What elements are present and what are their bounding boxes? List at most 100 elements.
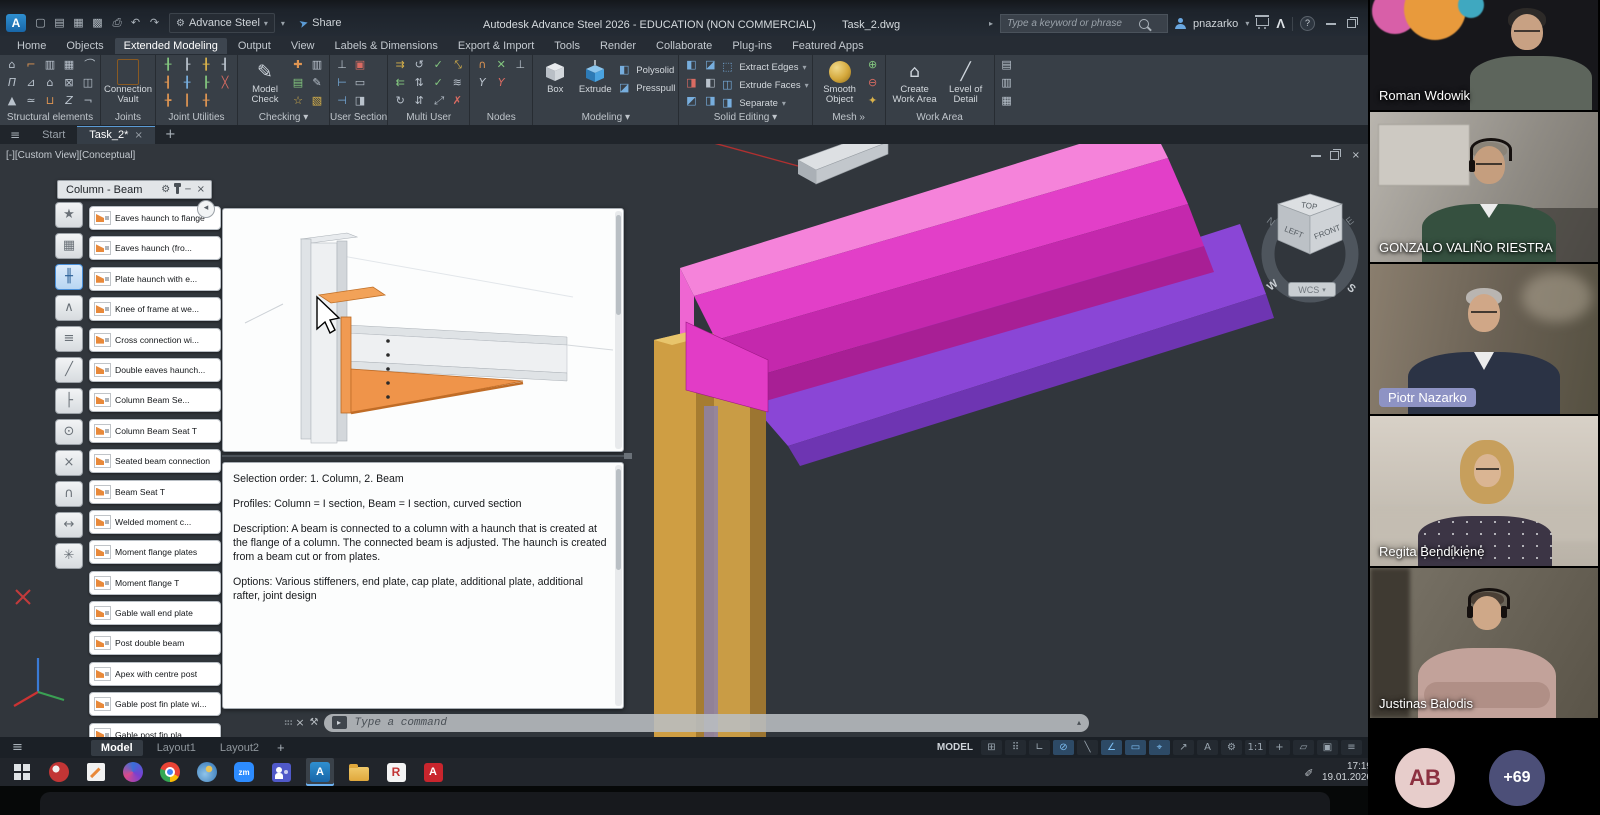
viewport-restore-icon[interactable] xyxy=(1330,151,1339,160)
status-toggle-icon[interactable]: ↗ xyxy=(1173,740,1194,755)
joint-list-item[interactable]: Apex with centre post xyxy=(89,662,221,686)
node-tool-icon[interactable]: Y xyxy=(492,75,510,91)
joint-utility-icon[interactable]: ╳ xyxy=(216,75,234,91)
multi-user-icon[interactable]: ⇇ xyxy=(391,75,409,91)
pen-input-icon[interactable]: ✎ xyxy=(1303,767,1316,776)
palette-category-icon[interactable]: ∧ xyxy=(55,295,83,321)
joint-utility-icon[interactable]: ╂ xyxy=(197,93,215,109)
command-input[interactable] xyxy=(353,716,1071,730)
clipboard-tool-icon[interactable]: ▤ xyxy=(998,57,1016,73)
mesh-tool-icon[interactable]: ⊖ xyxy=(864,75,882,91)
solid-editing-icon[interactable]: ◧ xyxy=(682,57,700,73)
layout-tab[interactable]: Layout1 xyxy=(147,740,206,756)
joint-list-item[interactable]: Column Beam Seat T xyxy=(89,419,221,443)
file-explorer-icon[interactable] xyxy=(347,760,371,784)
palette-header[interactable]: Column - Beam ⚙ ─ × xyxy=(57,180,212,199)
joint-utility-icon[interactable]: ╂ xyxy=(178,75,196,91)
ribbon-tab[interactable]: Collaborate xyxy=(647,38,721,54)
description-scrollbar[interactable] xyxy=(615,465,622,706)
taskbar-globe-icon[interactable] xyxy=(195,760,219,784)
new-layout-icon[interactable]: + xyxy=(269,740,293,755)
panel-label[interactable]: Joint Utilities xyxy=(156,112,237,125)
multi-user-icon[interactable]: ⤡ xyxy=(448,57,466,73)
palette-category-icon[interactable]: ↔ xyxy=(55,512,83,538)
palette-category-icon[interactable]: ✳ xyxy=(55,543,83,569)
extract-edges-button[interactable]: ⬚Extract Edges▾ xyxy=(719,58,808,76)
palette-category-icon[interactable]: ╫ xyxy=(55,264,83,290)
preview-scrollbar[interactable] xyxy=(615,211,622,449)
panel-label[interactable]: Work Area xyxy=(886,112,994,125)
minimize-button[interactable] xyxy=(1326,23,1336,25)
palette-settings-icon[interactable]: ⚙ xyxy=(161,184,170,195)
command-close-icon[interactable]: × xyxy=(295,716,304,729)
status-toggle-icon[interactable]: ∠ xyxy=(1101,740,1122,755)
palette-category-icon[interactable]: ▦ xyxy=(55,233,83,259)
qat-expand-icon[interactable]: ▾ xyxy=(281,19,285,28)
joint-list-item[interactable]: Double eaves haunch... xyxy=(89,358,221,382)
structural-tool-icon[interactable]: Π xyxy=(3,75,21,91)
hamburger-icon[interactable]: ≡ xyxy=(0,128,30,144)
joint-list-item[interactable]: Beam Seat T xyxy=(89,480,221,504)
chevron-down-icon[interactable]: ▾ xyxy=(782,99,786,108)
panel-label[interactable]: Nodes xyxy=(470,112,532,125)
status-toggle-icon[interactable]: ⊞ xyxy=(981,740,1002,755)
ribbon-tab[interactable]: Featured Apps xyxy=(783,38,873,54)
windows-start-icon[interactable] xyxy=(10,760,34,784)
checking-tool-icon[interactable]: ▧ xyxy=(308,93,326,109)
structural-tool-icon[interactable]: ⊿ xyxy=(22,75,40,91)
status-toggle-icon[interactable]: + xyxy=(1269,740,1290,755)
status-toggle-icon[interactable]: ▱ xyxy=(1293,740,1314,755)
pin-icon[interactable] xyxy=(176,186,179,194)
share-button[interactable]: ➤ Share xyxy=(299,17,342,30)
wcs-selector[interactable]: WCS ▾ xyxy=(1288,282,1336,297)
status-toggle-icon[interactable]: ≡ xyxy=(1341,740,1362,755)
checking-tool-icon[interactable]: ▥ xyxy=(308,57,326,73)
help-icon[interactable]: ? xyxy=(1300,16,1315,31)
palette-collapse-icon[interactable]: ◂ xyxy=(197,200,215,218)
structural-tool-icon[interactable]: ◫ xyxy=(79,75,97,91)
joint-list-item[interactable]: Eaves haunch (fro... xyxy=(89,236,221,260)
joint-utility-icon[interactable]: ┨ xyxy=(216,57,234,73)
joint-list-item[interactable]: Gable post fin plate wi... xyxy=(89,692,221,716)
search-collapse-icon[interactable]: ▸ xyxy=(989,19,993,28)
solid-editing-icon[interactable]: ◨ xyxy=(701,93,719,109)
ribbon-tab[interactable]: Home xyxy=(8,38,55,54)
zoom-app-icon[interactable]: zm xyxy=(232,760,256,784)
joint-list-item[interactable]: Column Beam Se... xyxy=(89,388,221,412)
search-input[interactable] xyxy=(1005,17,1139,30)
palette-category-icon[interactable]: ≡ xyxy=(55,326,83,352)
command-line[interactable]: ⠿ × ⚒ ▸ ▴ xyxy=(283,713,1089,732)
new-tab-icon[interactable]: + xyxy=(155,127,186,144)
status-toggle-icon[interactable]: ▣ xyxy=(1317,740,1338,755)
mesh-tool-icon[interactable]: ✦ xyxy=(864,93,882,109)
ribbon-tab[interactable]: Export & Import xyxy=(449,38,543,54)
panel-label[interactable]: Mesh » xyxy=(813,112,885,125)
structural-tool-icon[interactable]: ▲ xyxy=(3,93,21,109)
app-menu-button[interactable]: A xyxy=(6,14,26,32)
command-prompt-icon[interactable]: ▸ xyxy=(332,716,347,729)
multi-user-icon[interactable]: ✗ xyxy=(448,93,466,109)
user-menu-icon[interactable]: ▾ xyxy=(1245,19,1249,28)
smooth-object-button[interactable]: Smooth Object xyxy=(816,57,864,105)
multi-user-icon[interactable]: ⇵ xyxy=(410,93,428,109)
polysolid-button[interactable]: ◧Polysolid xyxy=(616,61,675,79)
quick-access-icon[interactable]: ⎙ xyxy=(108,15,125,31)
user-section-icon[interactable]: ⊥ xyxy=(333,57,351,73)
hamburger-icon[interactable]: ≡ xyxy=(0,740,35,755)
video-tile[interactable]: Regita Bendikienė xyxy=(1370,416,1598,566)
ribbon-tab[interactable]: View xyxy=(282,38,324,54)
restore-button[interactable] xyxy=(1347,19,1356,28)
status-toggle-icon[interactable]: 1:1 xyxy=(1245,740,1266,755)
checking-tool-icon[interactable]: ✚ xyxy=(289,57,307,73)
quick-access-icon[interactable]: ▤ xyxy=(51,15,68,31)
tab-start[interactable]: Start xyxy=(30,127,77,144)
status-toggle-icon[interactable]: ⚙ xyxy=(1221,740,1242,755)
joint-list-item[interactable]: Seated beam connection xyxy=(89,449,221,473)
taskbar-app-red-icon[interactable] xyxy=(47,760,71,784)
node-tool-icon[interactable]: ✕ xyxy=(492,57,510,73)
workspace-selector[interactable]: ⚙ Advance Steel ▾ xyxy=(169,13,275,33)
status-toggle-icon[interactable]: ⊘ xyxy=(1053,740,1074,755)
video-tile[interactable]: Roman Wdowik xyxy=(1370,0,1598,110)
panel-label[interactable]: Checking ▾ xyxy=(238,112,329,125)
ribbon-tab[interactable]: Labels & Dimensions xyxy=(326,38,447,54)
